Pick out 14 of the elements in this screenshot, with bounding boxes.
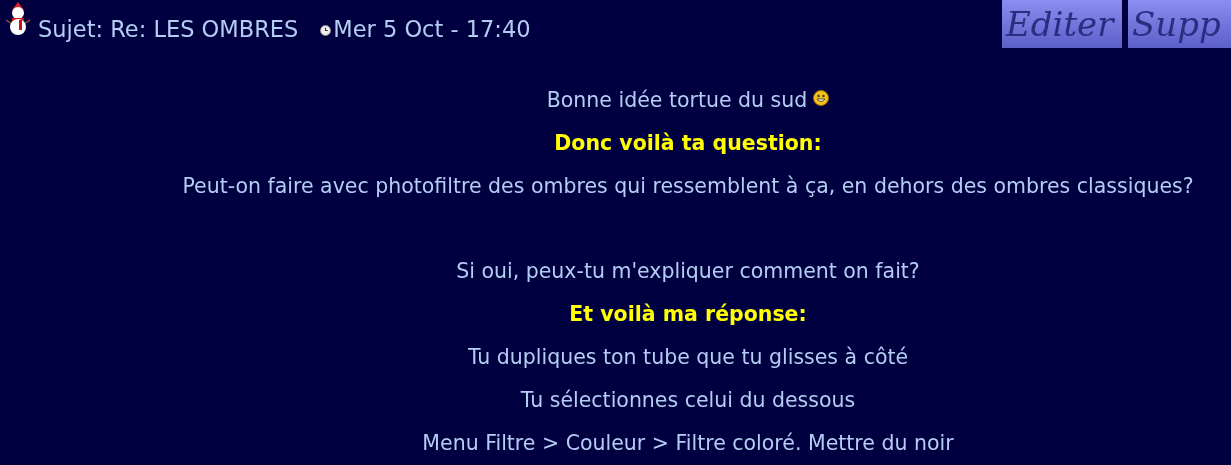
message-text: Donc voilà ta question:	[554, 131, 822, 155]
post-action-button[interactable]: Editer	[1002, 0, 1122, 48]
post-subject: Sujet: Re: LES OMBRES	[38, 16, 299, 42]
message-text: Tu dupliques ton tube que tu glisses à côté	[467, 345, 909, 369]
message-text: Si oui, peux-tu m'expliquer comment on fait?	[456, 259, 920, 283]
message-text: Et voilà ma réponse:	[569, 302, 807, 326]
post-date: Mer 5 Oct - 17:40	[333, 16, 531, 42]
message-text: Bonne idée tortue du sud	[546, 88, 808, 112]
post-action-button[interactable]: Supp	[1128, 0, 1231, 48]
message-text: Tu sélectionnes celui du dessous	[520, 388, 856, 412]
message-text: Menu Filtre > Couleur > Filtre coloré. Mettre du noir	[422, 431, 954, 455]
snowman-icon	[4, 2, 32, 36]
message-text: Peut-on faire avec photofiltre des ombres qui ressemblent à ça, en dehors des ombres classiques?	[182, 174, 1194, 198]
clock-icon	[320, 24, 332, 36]
